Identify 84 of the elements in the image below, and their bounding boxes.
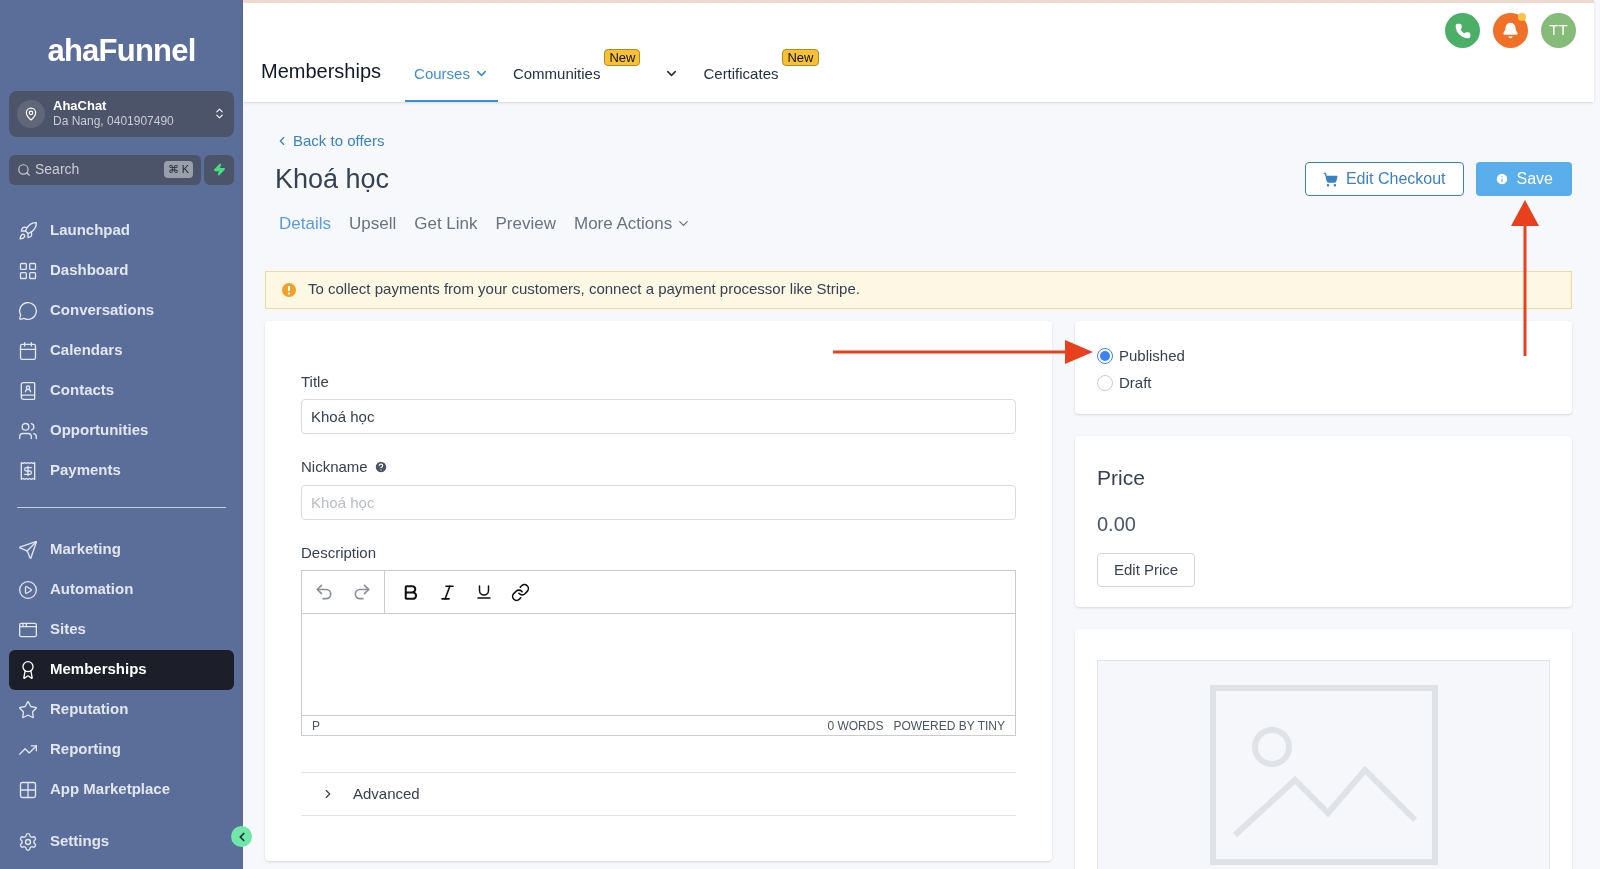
phone-button[interactable] [1445,13,1480,48]
sidebar-item[interactable]: Conversations [9,290,234,331]
chevrons-icon [213,107,226,120]
nav-tab[interactable]: Courses [405,46,498,102]
account-switcher[interactable]: AhaChat Da Nang, 0401907490 [9,90,234,137]
word-count: 0 WORDS [827,717,884,735]
sidebar-item[interactable]: Reporting [9,729,234,770]
bell-icon [1502,22,1519,39]
phone-icon [1454,22,1471,39]
quick-action-button[interactable] [204,154,234,185]
paper-plane-icon [18,539,38,560]
account-detail: Da Nang, 0401907490 [53,114,175,130]
edit-price-button[interactable]: Edit Price [1097,553,1196,587]
new-badge: New [782,49,819,66]
sidebar-item[interactable]: Launchpad [9,210,234,251]
sidebar-item[interactable]: Marketing [9,529,234,570]
status-radio[interactable]: Published [1097,344,1550,367]
alert-message: To collect payments from your customers, connect a payment processor like Stripe. [308,279,860,300]
italic-icon[interactable] [438,582,457,602]
link-icon[interactable] [511,582,530,602]
sidebar-item[interactable]: Sites [9,609,234,650]
calendar-icon [18,340,38,361]
new-badge: New [604,49,641,66]
advanced-toggle[interactable]: Advanced [301,772,1016,816]
chat-bubble-icon [18,300,38,321]
field-label: Nickname [301,457,368,477]
subtab[interactable]: Preview [495,211,556,237]
element-path: P [312,717,320,735]
sidebar-item[interactable]: Opportunities [9,410,234,451]
notifications-button[interactable] [1493,13,1528,48]
logo: ahaFunnel [46,32,197,70]
search-field[interactable]: Search ⌘ K [9,154,201,185]
sidebar-item[interactable]: Reputation [9,689,234,730]
subtab[interactable]: Details [275,211,331,237]
lightning-icon [212,163,226,176]
location-icon [24,106,38,121]
nickname-input[interactable]: Khoá học [301,484,1016,520]
edit-checkout-button[interactable]: Edit Checkout [1304,162,1464,196]
field-label: Title [301,371,330,392]
price-value: 0.00 [1097,512,1136,537]
price-heading: Price [1097,464,1145,491]
subtab[interactable]: Upsell [348,211,397,237]
subtab[interactable]: More Actions [574,211,692,237]
sidebar-item[interactable]: Settings [9,821,234,862]
subtab[interactable]: Get Link [414,211,478,237]
rocket-icon [18,220,38,241]
contacts-icon [18,380,38,401]
star-icon [18,699,38,720]
sidebar-item[interactable]: Automation [9,569,234,610]
grid-icon [18,779,38,800]
back-link[interactable]: Back to offers [275,130,692,153]
redo-icon[interactable] [352,582,372,602]
nav-tab[interactable]: Certificates New [694,46,828,102]
underline-icon[interactable] [475,583,493,601]
warning-icon [282,282,296,297]
page-heading: Memberships [261,59,382,84]
title-input[interactable]: Khoá học [301,399,1016,434]
search-icon [17,162,31,177]
help-icon [373,460,388,475]
people-icon [18,420,38,441]
settings-icon [18,831,38,852]
dashboard-icon [18,260,38,281]
sidebar-item[interactable]: Dashboard [9,250,234,291]
play-icon [18,579,38,600]
receipt-icon [18,460,38,481]
undo-icon[interactable] [314,582,334,602]
editor-branding[interactable]: POWERED BY TINY [893,716,1005,735]
sidebar-item[interactable]: Calendars [9,330,234,371]
sidebar-item[interactable]: App Marketplace [9,769,234,810]
save-button[interactable]: Save [1475,162,1572,196]
nav-tab[interactable]: Communities New [503,46,650,102]
status-radio[interactable]: Draft [1097,372,1550,395]
shortcut-key: ⌘ K [163,161,193,178]
field-label: Description [301,542,378,563]
sidebar-item[interactable]: Contacts [9,370,234,411]
cart-icon [1322,171,1338,187]
search-input[interactable]: Search [35,159,160,180]
rich-text-editor[interactable]: P 0 WORDS POWERED BY TINY [301,570,1016,736]
sidebar-item[interactable]: Memberships [9,649,234,690]
avatar[interactable]: TT [1541,13,1576,48]
offer-title: Khoá học [275,162,391,196]
sidebar-item[interactable]: Payments [9,450,234,491]
account-name: AhaChat [53,97,108,115]
info-icon [1494,172,1509,186]
